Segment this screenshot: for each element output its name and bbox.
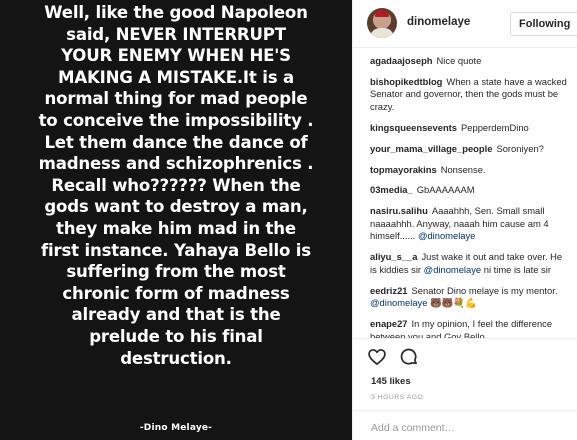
comment-item: 03media_ GbAAAAAAM	[370, 184, 570, 197]
comment-item: nasiru.salihu Aaaahhh, Sen. Small small n…	[370, 205, 570, 243]
comment-item: topmayorakins Nonsense.	[370, 164, 570, 177]
comment-mention-link[interactable]: @dinomelaye	[424, 264, 481, 275]
comment-username[interactable]: agadaajoseph	[370, 55, 433, 66]
post-signature: -Dino Melaye-	[139, 423, 213, 433]
comment-username[interactable]: your_mama_village_people	[370, 143, 492, 154]
comment-item: bishopikedtblog When a state have a wacke…	[370, 76, 570, 114]
comments-list[interactable]: agadaajoseph Nice quote bishopikedtblog Wh…	[353, 55, 577, 338]
post-header: dinomelaye Following	[353, 0, 577, 48]
comment-mention-link[interactable]: @dinomelaye	[370, 297, 427, 308]
avatar-cap-shape	[375, 10, 389, 17]
comment-item: agadaajoseph Nice quote	[370, 55, 570, 68]
comment-username[interactable]: 03media_	[370, 184, 413, 195]
heart-icon[interactable]	[367, 347, 387, 367]
post-image: Well, like the good Napoleon said, NEVER…	[0, 0, 352, 440]
post-quote-text: Well, like the good Napoleon said, NEVER…	[38, 3, 314, 368]
add-comment-bar	[353, 410, 577, 440]
post-author-username[interactable]: dinomelaye	[407, 16, 470, 28]
comment-username[interactable]: topmayorakins	[370, 164, 437, 175]
comment-text: GbAAAAAAM	[416, 184, 475, 196]
add-comment-input[interactable]	[371, 420, 551, 436]
comment-text: Senator Dino melaye is my mentor.	[411, 284, 558, 296]
comment-item: eedriz21 Senator Dino melaye is my mentor…	[370, 285, 570, 310]
post-actions-bar	[353, 338, 577, 372]
avatar-robe-shape	[370, 28, 394, 38]
post-side-panel: dinomelaye Following agadaajoseph Nice qu…	[352, 0, 577, 440]
comment-username[interactable]: nasiru.salihu	[370, 205, 428, 216]
comment-username[interactable]: kingsqueensevents	[370, 122, 457, 133]
comment-username[interactable]: aliyu_s__a	[370, 251, 417, 262]
comment-username[interactable]: enape27	[370, 318, 408, 329]
comment-mention-link[interactable]: @dinomelaye	[418, 230, 475, 241]
comment-text: PepperdemDino	[461, 121, 529, 133]
comment-text: Nonsense.	[440, 163, 486, 175]
comment-item: kingsqueensevents PepperdemDino	[370, 122, 570, 135]
comment-username[interactable]: bishopikedtblog	[370, 76, 442, 87]
likes-count[interactable]: 145 likes	[371, 376, 411, 387]
comment-item: your_mama_village_people Soroniyen?	[370, 143, 570, 156]
comment-text: Nice quote	[436, 55, 482, 66]
comment-username[interactable]: eedriz21	[370, 285, 408, 296]
post-timestamp: 3 HOURS AGO	[371, 394, 424, 401]
comment-text-tail: ni time is late sir	[483, 263, 551, 275]
speech-bubble-icon[interactable]	[399, 347, 419, 367]
comment-item: enape27 In my opinion, I feel the differe…	[370, 318, 570, 338]
comment-emoji: 🐻🐻💐💪	[430, 297, 477, 309]
avatar[interactable]	[367, 8, 397, 38]
comment-item: aliyu_s__a Just wake it out and take over…	[370, 251, 570, 276]
comment-text: Soroniyen?	[496, 142, 544, 154]
following-button[interactable]: Following	[510, 12, 577, 36]
